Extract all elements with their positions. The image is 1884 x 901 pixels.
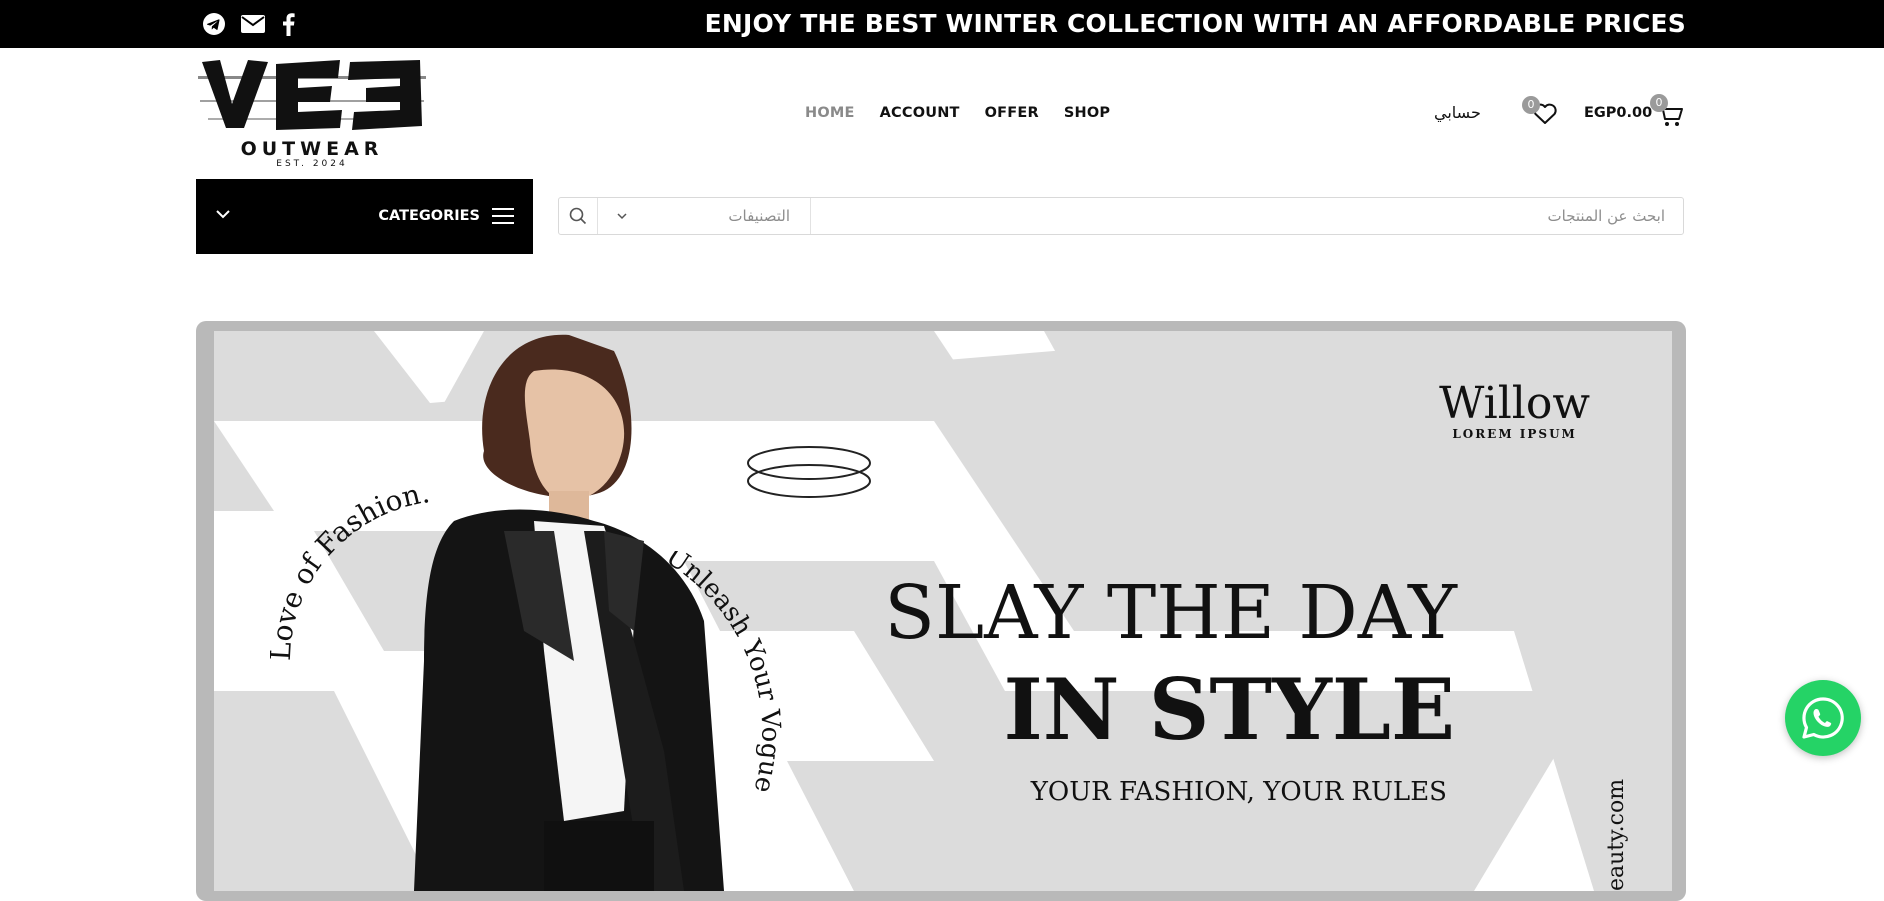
search-bar: التصنيفات (558, 197, 1684, 235)
hero-brand-name: Willow (1439, 378, 1590, 429)
cart-total[interactable]: EGP0.00 (1584, 100, 1652, 126)
facebook-icon[interactable] (280, 12, 296, 36)
hero-tagline: YOUR FASHION, YOUR RULES (1030, 777, 1447, 807)
categories-menu-button[interactable]: CATEGORIES (196, 179, 533, 254)
logo-est: EST. 2024 (276, 159, 348, 169)
search-button[interactable] (559, 198, 598, 234)
announcement-bar: ENJOY THE BEST WINTER COLLECTION WITH AN… (0, 0, 1884, 48)
telegram-icon[interactable] (202, 12, 226, 36)
site-logo[interactable]: OUTWEAR EST. 2024 (198, 56, 426, 174)
decorative-rings (747, 446, 871, 498)
menu-icon (492, 208, 514, 224)
hero-headline: SLAY THE DAY (884, 570, 1457, 656)
account-link[interactable]: حسابي (1434, 100, 1481, 126)
whatsapp-icon (1802, 697, 1844, 739)
hero-banner[interactable]: Love of Fashion. Unleash Your Vogue Will… (214, 331, 1672, 891)
wishlist-count-badge: 0 (1522, 96, 1540, 114)
logo-wordmark: OUTWEAR (240, 138, 384, 160)
nav-home[interactable]: HOME (805, 105, 855, 121)
hero-url-text: eauty.com (1604, 778, 1629, 891)
social-links (202, 10, 296, 38)
cart-count-badge: 0 (1650, 94, 1668, 112)
hero-brand-sub: LOREM IPSUM (1452, 427, 1577, 441)
chevron-down-icon (216, 210, 230, 219)
hero-headline-bold: IN STYLE (1003, 660, 1455, 759)
nav-offer[interactable]: OFFER (985, 105, 1039, 121)
announcement-text: ENJOY THE BEST WINTER COLLECTION WITH AN… (704, 9, 1686, 38)
search-category-select[interactable]: التصنيفات (597, 198, 811, 234)
search-icon (569, 207, 587, 225)
email-icon[interactable] (240, 14, 266, 34)
search-category-value: التصنيفات (728, 207, 790, 225)
svg-text:Love of Fashion.: Love of Fashion. (270, 476, 432, 661)
logo-mark (198, 60, 426, 130)
nav-account[interactable]: ACCOUNT (880, 105, 960, 121)
search-input[interactable] (811, 198, 1679, 234)
categories-label: CATEGORIES (378, 208, 480, 224)
curved-text-left: Love of Fashion. (270, 476, 432, 661)
wishlist-button[interactable]: 0 (1520, 96, 1560, 130)
main-nav: HOME ACCOUNT OFFER SHOP (805, 100, 1110, 126)
nav-shop[interactable]: SHOP (1064, 105, 1110, 121)
chevron-down-icon (617, 213, 627, 220)
cart-button[interactable]: 0 (1650, 94, 1686, 130)
hero-brand: Willow LOREM IPSUM (1439, 378, 1590, 442)
whatsapp-button[interactable] (1785, 680, 1861, 756)
